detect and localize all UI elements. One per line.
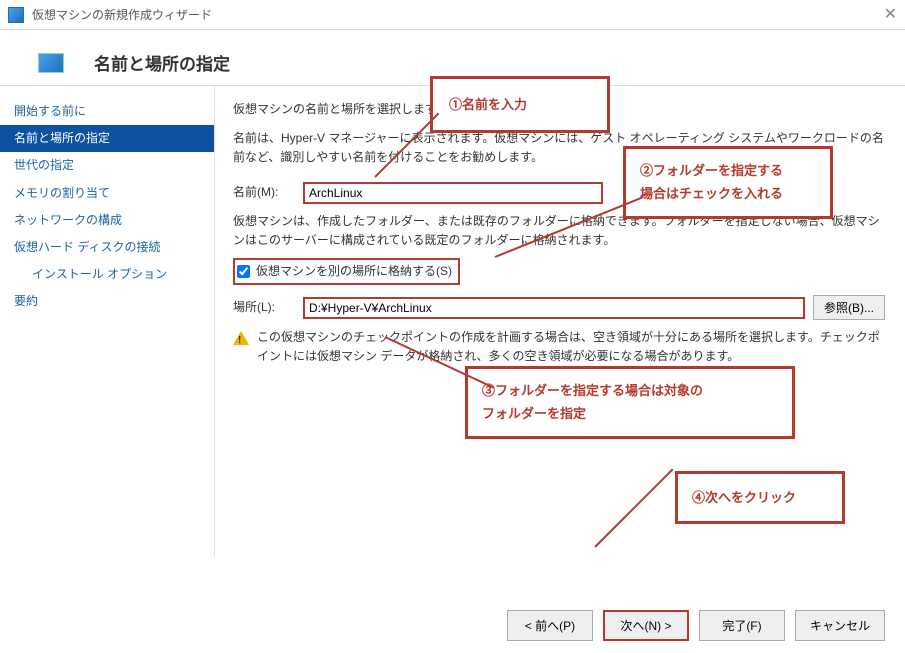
callout-3: ③フォルダーを指定する場合は対象の フォルダーを指定 [465,366,795,439]
sidebar-item-summary[interactable]: 要約 [0,288,214,315]
app-icon [8,7,24,23]
name-label: 名前(M): [233,183,303,202]
sidebar: 開始する前に 名前と場所の指定 世代の指定 メモリの割り当て ネットワークの構成… [0,86,215,556]
location-label: 場所(L): [233,298,303,317]
sidebar-item-install-options[interactable]: インストール オプション [0,261,214,288]
close-icon[interactable]: ✕ [884,4,897,24]
store-elsewhere-checkbox[interactable] [237,265,250,278]
sidebar-item-memory[interactable]: メモリの割り当て [0,180,214,207]
footer: < 前へ(P) 次へ(N) > 完了(F) キャンセル [507,610,885,641]
body: 開始する前に 名前と場所の指定 世代の指定 メモリの割り当て ネットワークの構成… [0,85,905,556]
cancel-button[interactable]: キャンセル [795,610,885,641]
browse-button[interactable]: 参照(B)... [813,295,885,320]
next-button[interactable]: 次へ(N) > [603,610,689,641]
sidebar-item-name-location[interactable]: 名前と場所の指定 [0,125,214,152]
warning-icon [233,331,249,345]
page-title: 名前と場所の指定 [94,50,230,75]
sidebar-item-network[interactable]: ネットワークの構成 [0,207,214,234]
callout-2: ②フォルダーを指定する 場合はチェックを入れる [623,146,833,219]
header-icon [38,53,64,73]
location-input[interactable] [303,297,805,319]
callout-1: ①名前を入力 [430,76,610,133]
warning-text: この仮想マシンのチェックポイントの作成を計画する場合は、空き領域が十分にある場所… [257,328,885,366]
prev-button[interactable]: < 前へ(P) [507,610,593,641]
content: 仮想マシンの名前と場所を選択します。 名前は、Hyper-V マネージャーに表示… [215,86,905,556]
titlebar: 仮想マシンの新規作成ウィザード ✕ [0,0,905,30]
window-title: 仮想マシンの新規作成ウィザード [32,6,212,23]
name-input[interactable] [303,182,603,204]
callout-4: ④次へをクリック [675,471,845,524]
sidebar-item-generation[interactable]: 世代の指定 [0,152,214,179]
sidebar-item-vhd[interactable]: 仮想ハード ディスクの接続 [0,234,214,261]
warning-row: この仮想マシンのチェックポイントの作成を計画する場合は、空き領域が十分にある場所… [233,328,885,366]
callout-line-4 [594,469,673,548]
store-elsewhere-checkbox-row[interactable]: 仮想マシンを別の場所に格納する(S) [233,258,460,285]
store-elsewhere-label: 仮想マシンを別の場所に格納する(S) [256,262,452,281]
location-row: 場所(L): 参照(B)... [233,295,885,320]
finish-button[interactable]: 完了(F) [699,610,785,641]
sidebar-item-before-start[interactable]: 開始する前に [0,98,214,125]
